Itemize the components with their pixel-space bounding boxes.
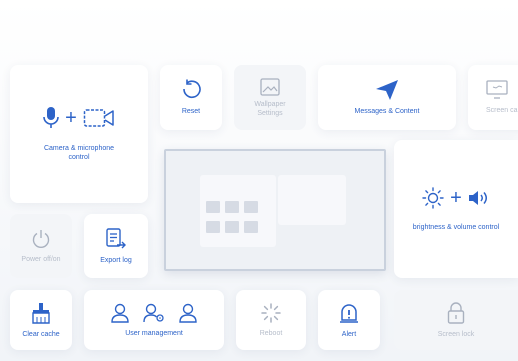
brightness-icon [422, 186, 444, 209]
messages-content-tile[interactable]: Messages & Content [318, 65, 456, 130]
alarm-icon [338, 302, 360, 324]
camera-microphone-control-tile[interactable]: + Camera & microphone control [10, 65, 148, 203]
app-grid-tile [244, 221, 258, 233]
reset-tile[interactable]: Reset [160, 65, 222, 130]
user-management-label: User management [125, 329, 183, 337]
lock-icon [447, 301, 465, 324]
brightness-volume-control-tile[interactable]: + brightness & volume control [394, 140, 518, 278]
app-grid-tile [225, 201, 239, 213]
screen-lock-label: Screen lock [437, 330, 475, 338]
messages-content-label: Messages & Content [354, 108, 420, 115]
app-grid-tile [206, 201, 220, 213]
preview-panel-right [278, 175, 346, 225]
screen-preview [164, 149, 386, 271]
broom-icon [30, 302, 52, 324]
reset-label: Reset [181, 108, 201, 115]
wallpaper-settings-tile[interactable]: Wallpaper Settings [234, 65, 306, 130]
user-settings-icon [143, 303, 165, 323]
app-grid-tile [244, 201, 258, 213]
power-icon [31, 229, 51, 249]
alert-tile[interactable]: Alert [318, 290, 380, 350]
app-grid-tile [225, 221, 239, 233]
alert-label: Alert [341, 330, 357, 338]
export-log-label: Export log [100, 256, 132, 264]
power-tile[interactable]: Power off/on [10, 214, 72, 278]
loading-spinner-icon [261, 302, 281, 323]
screen-cast-label: Screen ca [486, 107, 518, 114]
volume-icon [468, 189, 490, 207]
reboot-tile[interactable]: Reboot [236, 290, 306, 350]
image-icon [260, 77, 280, 96]
screen-lock-tile[interactable]: Screen lock [394, 290, 518, 350]
user-icon [111, 303, 129, 323]
clear-cache-label: Clear cache [22, 330, 60, 338]
reboot-label: Reboot [259, 329, 283, 337]
send-message-icon [375, 79, 399, 101]
reset-icon [180, 79, 202, 101]
video-camera-icon [83, 108, 115, 128]
brightness-volume-label: brightness & volume control [412, 223, 500, 231]
microphone-icon [43, 106, 59, 130]
export-log-tile[interactable]: Export log [84, 214, 148, 278]
plus-icon: + [65, 107, 77, 129]
user-management-tile[interactable]: User management [84, 290, 224, 350]
power-label: Power off/on [21, 255, 61, 263]
export-log-icon [105, 227, 127, 250]
screen-cast-icon [486, 80, 508, 100]
screen-cast-tile[interactable]: Screen ca [468, 65, 518, 130]
user-outline-icon [179, 303, 197, 323]
app-grid-tile [206, 221, 220, 233]
clear-cache-tile[interactable]: Clear cache [10, 290, 72, 350]
wallpaper-settings-label: Wallpaper Settings [254, 100, 286, 117]
camera-microphone-label: Camera & microphone control [43, 145, 115, 161]
plus-icon: + [450, 186, 462, 209]
